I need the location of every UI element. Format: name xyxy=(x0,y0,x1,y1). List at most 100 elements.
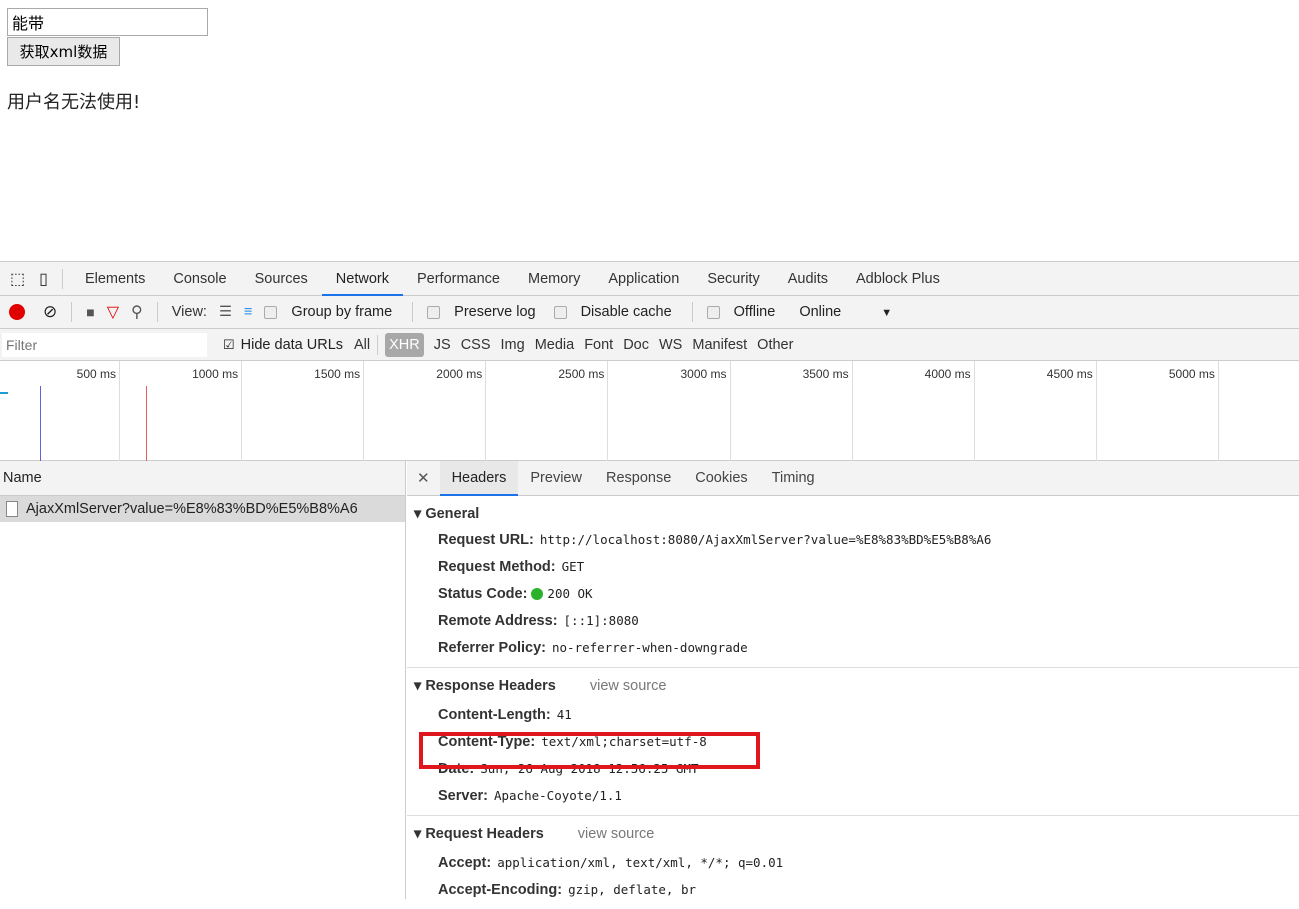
tab-response[interactable]: Response xyxy=(594,461,683,496)
group-by-frame-checkbox[interactable]: Group by frame xyxy=(264,304,398,320)
clear-icon[interactable]: ⊘ xyxy=(43,302,57,322)
hide-data-urls-checkbox[interactable]: ☑ Hide data URLs xyxy=(223,337,343,353)
filter-font[interactable]: Font xyxy=(584,337,613,353)
tab-cookies[interactable]: Cookies xyxy=(683,461,759,496)
timeline-tick-label: 2000 ms xyxy=(436,367,483,381)
tab-memory[interactable]: Memory xyxy=(514,262,594,296)
header-key: Request Method: xyxy=(438,559,556,575)
tab-network[interactable]: Network xyxy=(321,262,403,296)
filter-img[interactable]: Img xyxy=(501,337,525,353)
header-key: Accept-Encoding: xyxy=(438,882,563,898)
filter-input[interactable] xyxy=(2,332,207,357)
header-value: no-referrer-when-downgrade xyxy=(552,640,748,655)
response-headers-header[interactable]: ▾ Response Headers view source xyxy=(407,674,1299,698)
inspect-element-icon[interactable]: ⬚ xyxy=(10,269,25,289)
view-source-link[interactable]: view source xyxy=(590,678,667,694)
tab-security[interactable]: Security xyxy=(693,262,773,296)
status-ok-icon xyxy=(531,588,544,601)
timeline-gridline xyxy=(973,361,975,461)
filter-manifest[interactable]: Manifest xyxy=(692,337,747,353)
header-key: Referrer Policy: xyxy=(438,640,546,656)
timeline-gridline xyxy=(485,361,487,461)
disable-cache-checkbox[interactable]: Disable cache xyxy=(553,304,678,320)
general-section-header[interactable]: ▾ General xyxy=(407,502,1299,526)
filter-css[interactable]: CSS xyxy=(461,337,491,353)
header-value: http://localhost:8080/AjaxXmlServer?valu… xyxy=(539,532,992,547)
tab-performance[interactable]: Performance xyxy=(403,262,514,296)
timeline-tick-label: 5 xyxy=(1257,367,1299,381)
large-rows-icon[interactable]: ☰ xyxy=(219,304,232,320)
request-bar xyxy=(0,392,8,394)
request-list: Name AjaxXmlServer?value=%E8%83%BD%E5%B8… xyxy=(0,461,406,899)
devtools-panel: ⬚ ▯ Elements Console Sources Network Per… xyxy=(0,261,1299,899)
request-row[interactable]: AjaxXmlServer?value=%E8%83%BD%E5%B8%A6 xyxy=(0,496,405,522)
header-value: application/xml, text/xml, */*; q=0.01 xyxy=(497,855,784,870)
chevron-down-icon: ▼ xyxy=(881,307,893,319)
header-value: gzip, deflate, br xyxy=(568,882,696,897)
device-toolbar-icon[interactable]: ▯ xyxy=(39,269,48,289)
header-key: Content-Length: xyxy=(438,707,551,723)
general-section: ▾ General Request URL: http://localhost:8… xyxy=(407,496,1299,668)
timeline-gridline xyxy=(607,361,609,461)
timeline-tick-label: 1500 ms xyxy=(314,367,361,381)
timeline-tick-label: 1000 ms xyxy=(192,367,239,381)
tab-console[interactable]: Console xyxy=(159,262,240,296)
preserve-log-checkbox[interactable]: Preserve log xyxy=(427,304,541,320)
tab-sources[interactable]: Sources xyxy=(241,262,322,296)
view-label: View: xyxy=(171,304,207,320)
filter-js[interactable]: JS xyxy=(434,337,451,353)
filter-xhr[interactable]: XHR xyxy=(385,332,424,357)
timeline-overview[interactable]: 500 ms 1000 ms 1500 ms 2000 ms 2500 ms 3000 m… xyxy=(0,361,1299,461)
tab-preview[interactable]: Preview xyxy=(518,461,594,496)
timeline-gridline xyxy=(1217,361,1219,461)
name-column-header[interactable]: Name xyxy=(0,461,405,496)
timeline-tick-label: 2500 ms xyxy=(558,367,605,381)
filter-bar: ☑Hide data URLs All XHR JS CSS Img Media… xyxy=(0,329,1299,361)
timeline-gridline xyxy=(363,361,365,461)
timeline-gridline xyxy=(729,361,731,461)
request-details: ✕ Headers Preview Response Cookies Timin… xyxy=(407,460,1299,899)
header-key: Accept: xyxy=(438,855,492,871)
header-key: Request URL: xyxy=(438,532,534,548)
filter-other[interactable]: Other xyxy=(757,337,793,353)
close-icon[interactable]: ✕ xyxy=(407,469,440,487)
request-headers-header[interactable]: ▾ Request Headers view source xyxy=(407,822,1299,846)
filter-media[interactable]: Media xyxy=(535,337,575,353)
result-message: 用户名无法使用! xyxy=(7,92,141,113)
header-value: [::1]:8080 xyxy=(563,613,639,628)
filter-ws[interactable]: WS xyxy=(659,337,682,353)
filter-all[interactable]: All xyxy=(354,337,370,353)
tab-timing[interactable]: Timing xyxy=(760,461,827,496)
screenshot-camera-icon[interactable]: ■ xyxy=(86,304,94,320)
header-value: GET xyxy=(561,559,585,574)
value-input[interactable] xyxy=(7,8,208,36)
timeline-gridline xyxy=(241,361,243,461)
record-icon[interactable] xyxy=(9,304,25,320)
header-value: 41 xyxy=(556,707,572,722)
tab-elements[interactable]: Elements xyxy=(71,262,159,296)
header-value: 200 OK xyxy=(547,586,593,601)
view-source-link[interactable]: view source xyxy=(578,826,655,842)
filter-funnel-icon[interactable]: ▽ xyxy=(107,302,119,322)
timeline-tick-label: 500 ms xyxy=(76,367,116,381)
filter-doc[interactable]: Doc xyxy=(623,337,649,353)
waterfall-icon[interactable]: ≡ xyxy=(244,304,252,320)
timeline-tick-label: 5000 ms xyxy=(1168,367,1215,381)
file-icon xyxy=(6,501,18,517)
tab-audits[interactable]: Audits xyxy=(774,262,842,296)
tab-application[interactable]: Application xyxy=(594,262,693,296)
offline-checkbox[interactable]: Offline xyxy=(706,304,782,320)
network-toolbar: ⊘ ■ ▽ ⚲ View: ☰ ≡ Group by frame Preserv… xyxy=(0,296,1299,329)
timeline-gridline xyxy=(851,361,853,461)
content-type-highlight-box xyxy=(419,732,760,769)
get-xml-button[interactable]: 获取xml数据 xyxy=(7,37,120,66)
tab-headers[interactable]: Headers xyxy=(439,460,519,496)
devtools-tabbar: ⬚ ▯ Elements Console Sources Network Per… xyxy=(0,262,1299,296)
header-key: Server: xyxy=(438,788,488,804)
tab-adblock-plus[interactable]: Adblock Plus xyxy=(842,262,954,296)
throttle-select[interactable]: Online ▼ xyxy=(793,304,898,320)
timeline-gridline xyxy=(119,361,120,461)
timeline-tick-label: 3500 ms xyxy=(802,367,849,381)
header-value: Apache-Coyote/1.1 xyxy=(493,788,622,803)
search-icon[interactable]: ⚲ xyxy=(131,302,143,322)
